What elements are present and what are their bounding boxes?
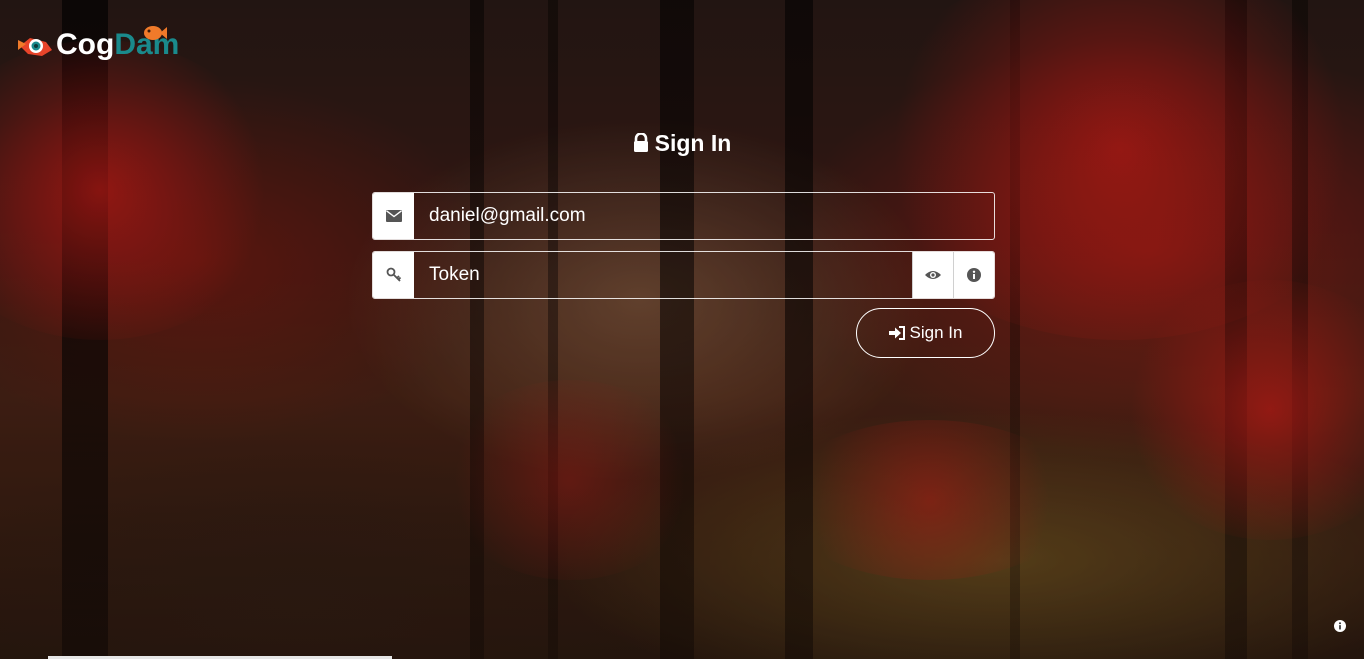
lock-icon [633, 132, 649, 159]
fish-logo-icon [16, 26, 54, 64]
key-icon [373, 252, 414, 298]
email-row [372, 192, 995, 240]
sign-in-icon [888, 326, 905, 340]
sign-in-button[interactable]: Sign In [856, 308, 995, 358]
token-row [372, 251, 995, 299]
sign-in-button-label: Sign In [909, 323, 963, 342]
info-icon [1334, 620, 1346, 632]
envelope-icon [373, 193, 414, 239]
token-info-button[interactable] [953, 252, 994, 298]
page-title-text: Sign In [654, 130, 732, 156]
small-fish-icon [144, 26, 167, 40]
brand-logo[interactable]: CogDam [16, 26, 179, 64]
brand-name-part1: Cog [56, 28, 115, 61]
eye-icon [925, 271, 941, 279]
info-icon [967, 268, 981, 282]
token-input[interactable] [414, 252, 912, 298]
footer-info-button[interactable] [1334, 619, 1346, 637]
signin-form: Sign In [372, 192, 995, 358]
page-title: Sign In [0, 130, 1364, 159]
background-overlay [0, 0, 1364, 659]
show-token-button[interactable] [912, 252, 953, 298]
email-input[interactable] [414, 193, 994, 239]
